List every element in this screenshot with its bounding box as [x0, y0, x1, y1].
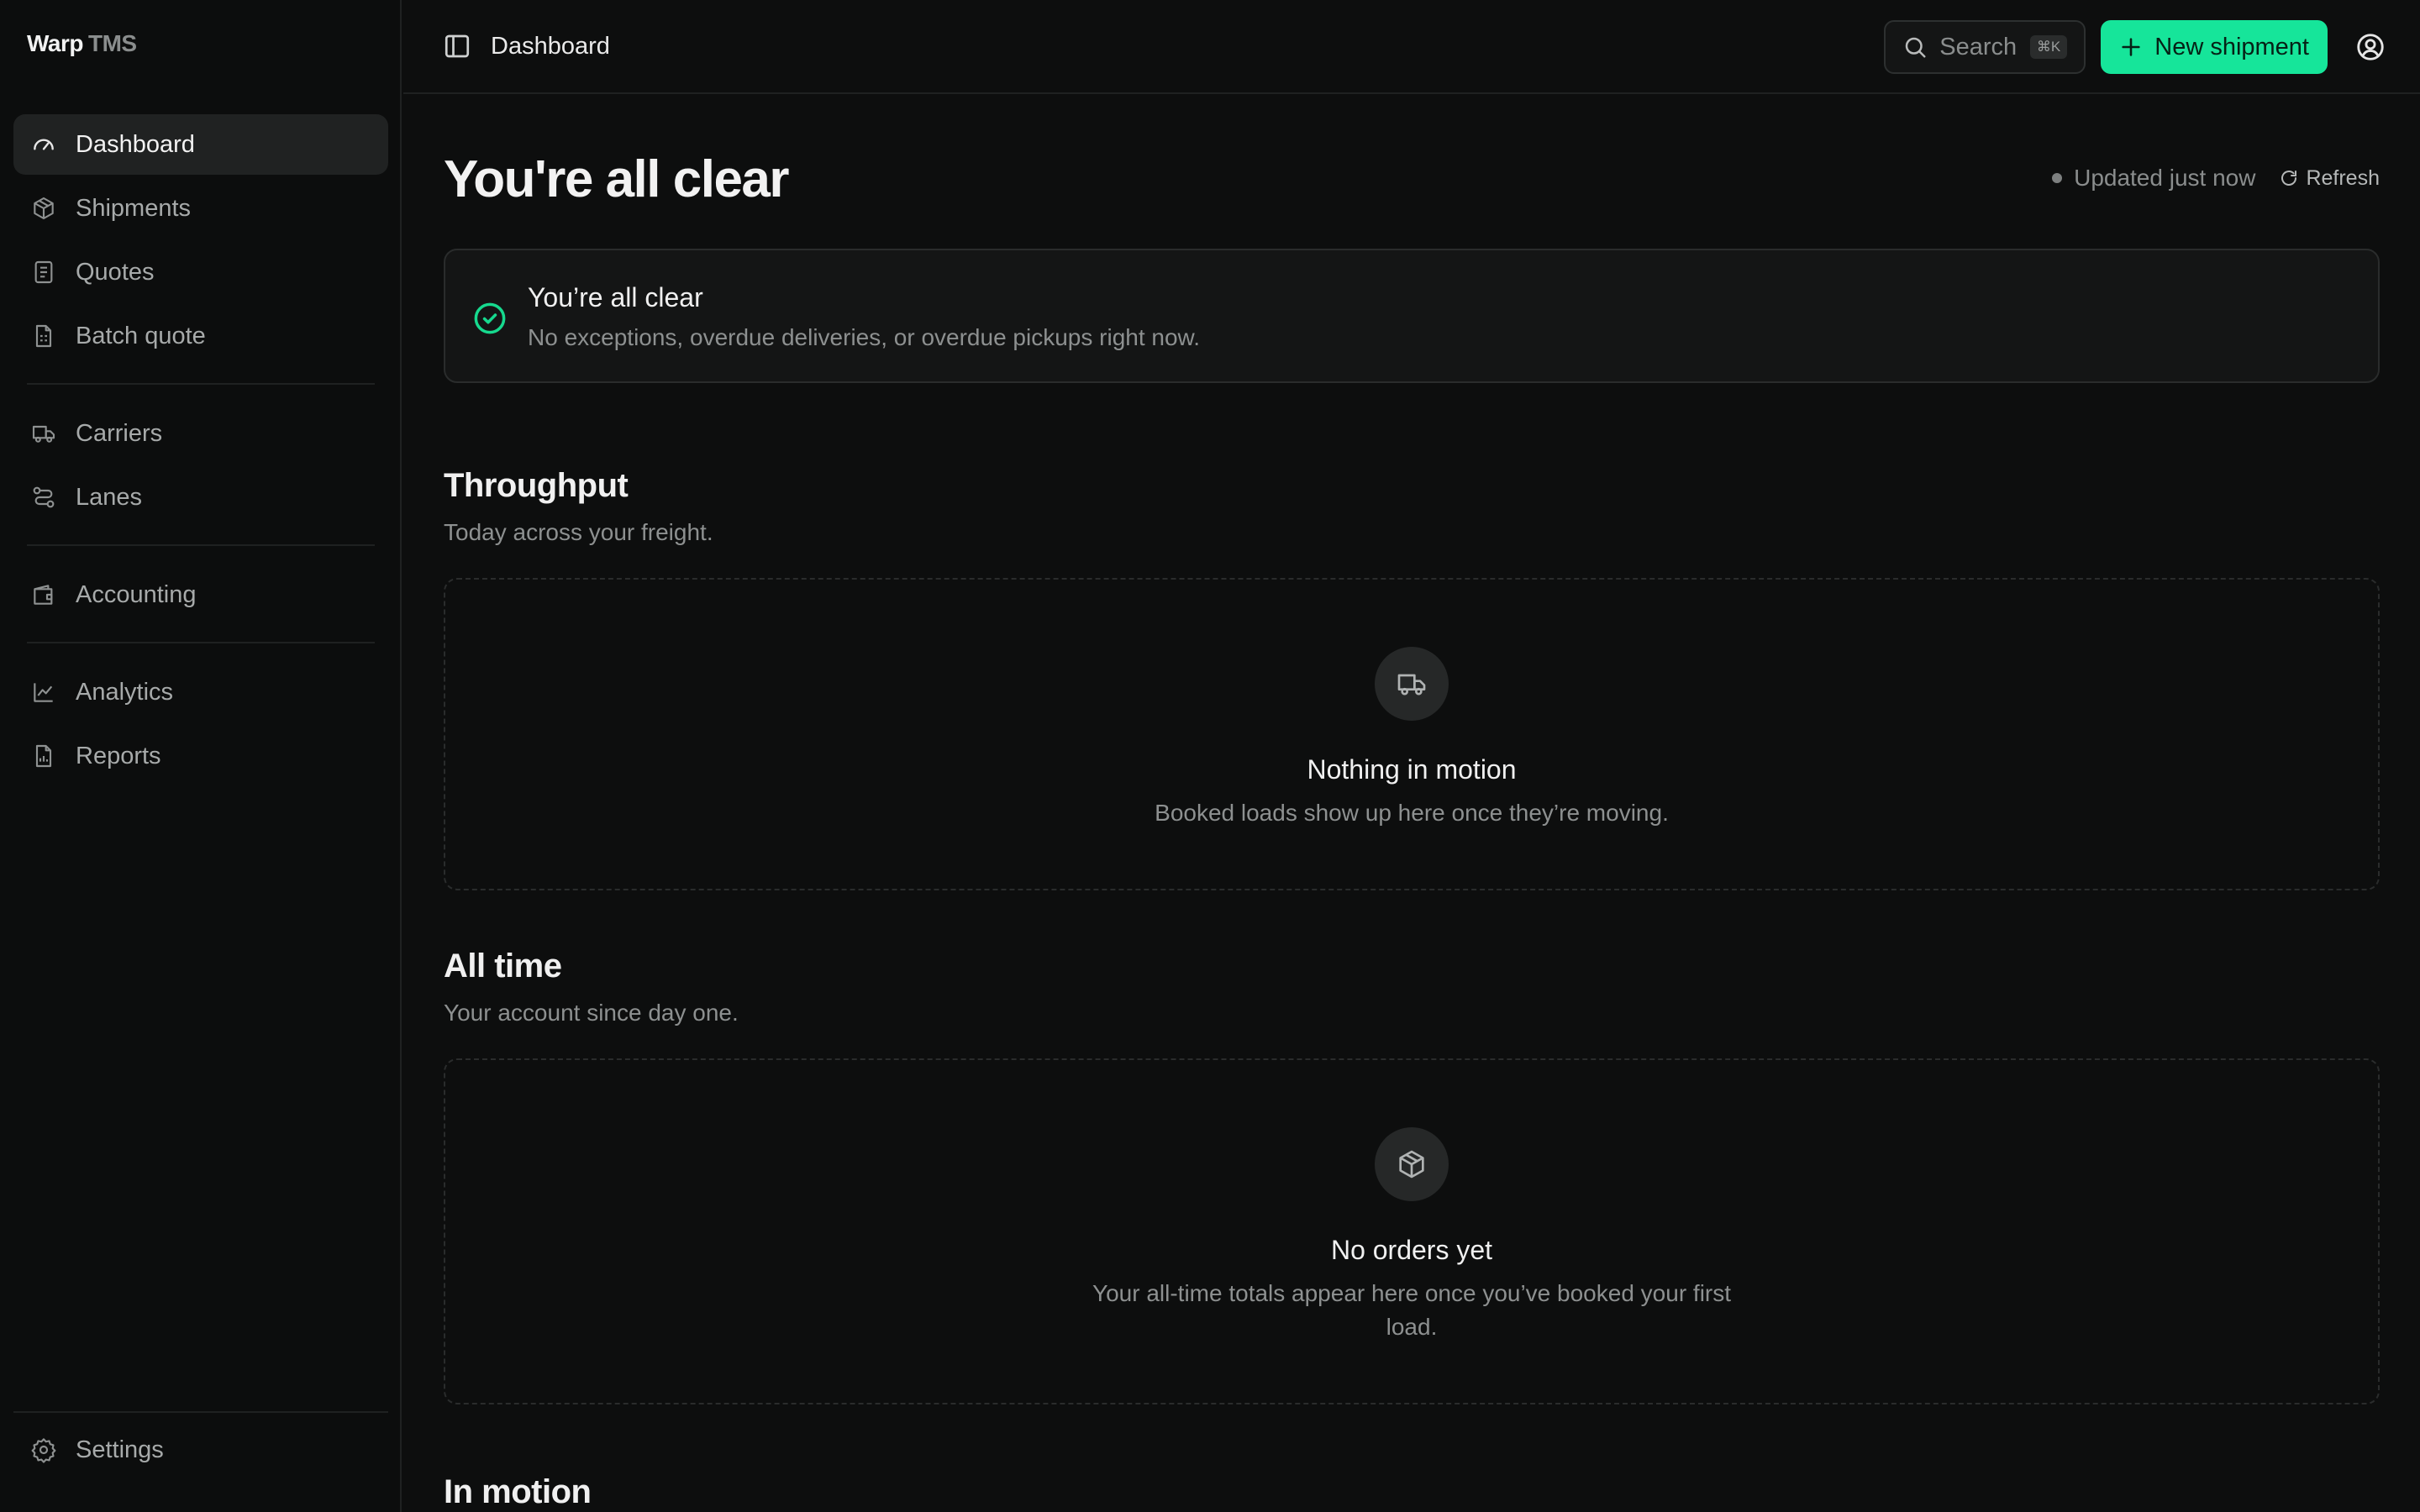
search-button[interactable]: Search ⌘K [1884, 20, 2086, 74]
sidebar-item-carriers[interactable]: Carriers [13, 403, 388, 464]
updated-label: Updated just now [2074, 165, 2256, 191]
throughput-title: Throughput [444, 467, 629, 504]
all-time-empty-state: No orders yet Your all-time totals appea… [444, 1058, 2380, 1404]
throughput-subtitle: Today across your freight. [444, 519, 713, 545]
document-spreadsheet-icon [30, 323, 57, 349]
sidebar-item-label: Shipments [76, 194, 192, 222]
package-icon [30, 195, 57, 222]
sidebar-footer: Settings [13, 1411, 388, 1483]
empty-subtitle: Booked loads show up here once they’re m… [1155, 800, 1669, 826]
page-title: You're all clear [444, 150, 790, 208]
brand-logo[interactable]: Warp TMS [27, 30, 137, 57]
all-clear-alert: You’re all clear No exceptions, overdue … [444, 249, 2380, 383]
sidebar-nav: Dashboard Shipments Quotes Batch quote C… [13, 114, 388, 790]
gear-icon [30, 1436, 57, 1463]
sidebar-item-shipments[interactable]: Shipments [13, 178, 388, 239]
truck-icon [30, 420, 57, 447]
sidebar-toggle-icon[interactable] [442, 31, 472, 61]
all-time-subtitle: Your account since day one. [444, 1000, 739, 1026]
in-motion-title: In motion [444, 1473, 592, 1510]
nav-divider [27, 544, 375, 546]
sidebar-item-quotes[interactable]: Quotes [13, 242, 388, 302]
new-shipment-button[interactable]: New shipment [2101, 20, 2328, 74]
alert-title: You’re all clear [528, 282, 703, 312]
alert-subtitle: No exceptions, overdue deliveries, or ov… [528, 324, 1200, 350]
refresh-button[interactable]: Refresh [2279, 166, 2380, 191]
user-avatar-icon[interactable] [2354, 31, 2386, 63]
plus-icon [2119, 35, 2143, 59]
sidebar-item-analytics[interactable]: Analytics [13, 662, 388, 722]
sidebar-item-label: Batch quote [76, 322, 206, 349]
status-dot [2052, 173, 2063, 183]
throughput-empty-state: Nothing in motion Booked loads show up h… [444, 578, 2380, 890]
chart-line-icon [30, 679, 57, 706]
search-icon [1902, 34, 1928, 60]
nav-divider [27, 383, 375, 385]
gauge-icon [30, 131, 57, 158]
refresh-label: Refresh [2306, 165, 2380, 190]
sidebar-item-reports[interactable]: Reports [13, 726, 388, 786]
check-circle-icon [472, 301, 508, 336]
sidebar-item-lanes[interactable]: Lanes [13, 467, 388, 528]
brand-name: Warp [27, 30, 83, 56]
report-icon [30, 743, 57, 769]
sidebar-item-accounting[interactable]: Accounting [13, 564, 388, 625]
all-time-title: All time [444, 948, 562, 984]
new-shipment-label: New shipment [2154, 33, 2309, 60]
topbar-actions: Search ⌘K New shipment [1884, 20, 2386, 74]
sidebar-item-label: Lanes [76, 483, 143, 511]
update-status: Updated just now Refresh [2052, 165, 2380, 192]
wallet-icon [30, 581, 57, 608]
nav-divider [27, 642, 375, 643]
sidebar-item-label: Analytics [76, 678, 174, 706]
breadcrumb: Dashboard [491, 32, 610, 60]
sidebar-item-settings[interactable]: Settings [13, 1420, 388, 1480]
brand-suffix: TMS [87, 30, 137, 56]
empty-title: Nothing in motion [1307, 754, 1517, 785]
sidebar-item-label: Quotes [76, 258, 155, 286]
truck-icon [1375, 647, 1449, 721]
sidebar-item-label: Accounting [76, 580, 197, 608]
route-icon [30, 484, 57, 511]
sidebar-item-label: Reports [76, 742, 161, 769]
sidebar-item-label: Carriers [76, 419, 163, 447]
sidebar-item-dashboard[interactable]: Dashboard [13, 114, 388, 175]
topbar: Dashboard Search ⌘K New shipment [403, 0, 2420, 94]
sidebar-item-label: Settings [76, 1436, 164, 1463]
receipt-icon [30, 259, 57, 286]
sidebar-item-batch-quote[interactable]: Batch quote [13, 306, 388, 366]
search-label: Search [1939, 33, 2018, 60]
sidebar: Warp TMS Dashboard Shipments Quotes Batc… [0, 0, 402, 1512]
empty-title: No orders yet [1330, 1235, 1493, 1265]
search-shortcut: ⌘K [2029, 35, 2068, 59]
package-icon [1375, 1127, 1449, 1201]
empty-subtitle: Your all-time totals appear here once yo… [1092, 1280, 1732, 1340]
sidebar-item-label: Dashboard [76, 130, 195, 158]
refresh-icon [2279, 168, 2299, 188]
